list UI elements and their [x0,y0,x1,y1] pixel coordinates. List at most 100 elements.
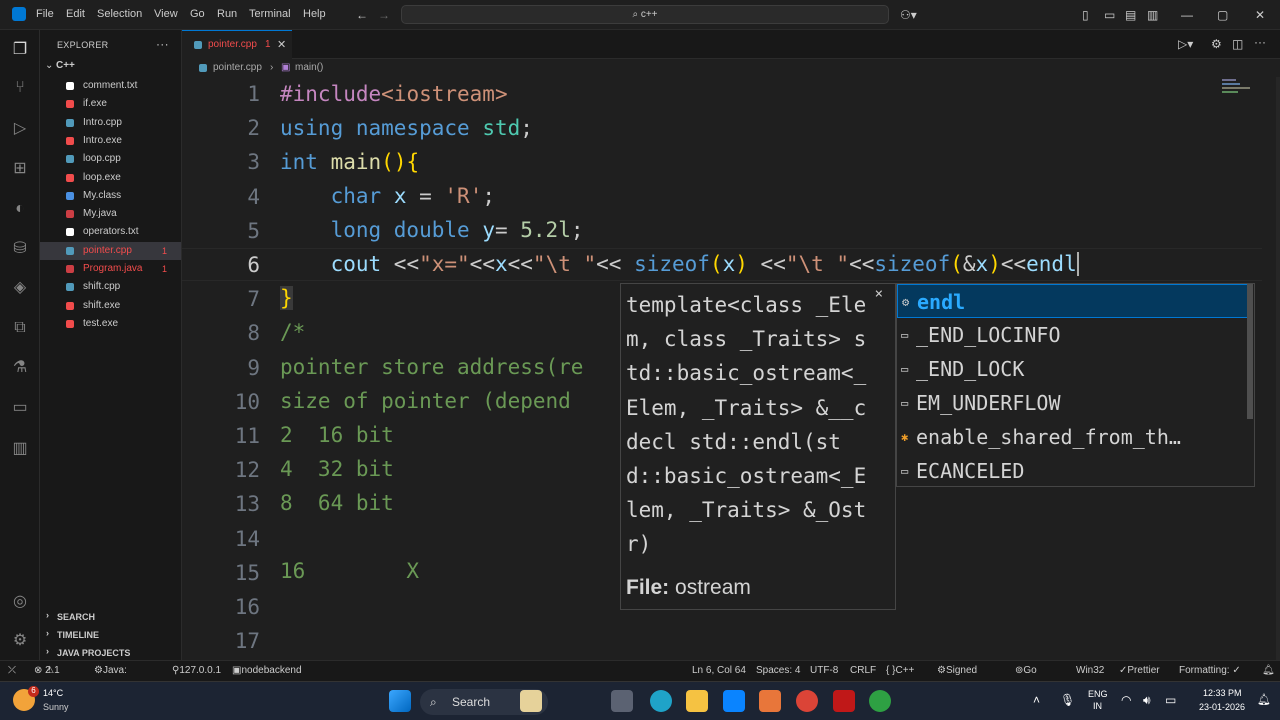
chrome-icon[interactable] [796,690,818,712]
layout-panel-icon[interactable]: ▭ [1104,8,1115,22]
back-arrow-icon[interactable]: ← [356,8,368,22]
encoding[interactable]: UTF-8 [810,661,838,681]
file-item[interactable]: My.java [40,205,181,223]
file-item[interactable]: operators.txt [40,223,181,241]
language-2[interactable]: IN [1093,701,1102,711]
cursor-position[interactable]: Ln 6, Col 64 [692,661,746,681]
file-item[interactable]: if.exe [40,95,181,113]
suggestion-item[interactable]: ▭ ECANCELED [897,454,1249,488]
mcafee-icon[interactable] [833,690,855,712]
go-live-button[interactable]: ⊚ Go Live [1015,661,1042,696]
menu-run[interactable]: Run [217,8,237,20]
line-ending[interactable]: CRLF [850,661,876,681]
file-item[interactable]: shift.cpp [40,278,181,296]
close-tab-icon[interactable]: ✕ [277,31,286,59]
chevron-up-icon[interactable]: ˄ [1033,693,1040,707]
minimize-icon[interactable]: — [1181,8,1193,22]
suggestion-item[interactable]: ▭ _END_LOCK [897,352,1249,386]
menu-file[interactable]: File [36,8,54,20]
vscode-icon[interactable] [723,690,745,712]
problems-indicator[interactable]: ⊗ 2 ⚠ 1 [34,661,60,681]
suggestion-item[interactable]: ▭ _END_LOCINFO [897,318,1249,352]
edge-browser-icon[interactable] [650,690,672,712]
menu-go[interactable]: Go [190,8,205,20]
file-item[interactable]: loop.exe [40,169,181,187]
explorer-icon[interactable]: ❐ [10,40,30,60]
language-1[interactable]: ENG [1088,689,1108,699]
suggestion-item[interactable]: ▭ EM_UNDERFLOW [897,386,1249,420]
app-icon[interactable] [869,690,891,712]
file-item[interactable]: Program.java 1 [40,260,181,278]
more-actions-icon[interactable]: ··· [1254,35,1266,49]
clock-date[interactable]: 23-01-2026 [1199,702,1245,712]
split-editor-icon[interactable]: ◫ [1232,37,1243,51]
close-window-icon[interactable]: ✕ [1255,8,1265,22]
menu-help[interactable]: Help [303,8,326,20]
suggest-scrollbar[interactable] [1247,284,1253,419]
language-mode[interactable]: { } C++ [886,661,914,681]
app-icon[interactable] [759,690,781,712]
section-java-projects[interactable]: › JAVA PROJECTS [40,646,181,660]
command-center-search[interactable]: ⌕ c++ [401,5,889,24]
suggestion-item[interactable]: ⚙ endl [897,284,1249,318]
sql-icon[interactable]: ⧉ [10,318,30,338]
remote-icon[interactable]: ◐ [10,199,30,219]
menu-selection[interactable]: Selection [97,8,142,20]
platform[interactable]: Win32 [1076,661,1104,681]
file-item[interactable]: comment.txt [40,77,181,95]
remote-icon[interactable]: ⤫ [8,661,16,681]
formatting-status[interactable]: Formatting: ✓ [1179,661,1241,681]
settings-gear-icon[interactable]: ⚙ [1211,37,1222,51]
clock-time[interactable]: 12:33 PM [1203,688,1242,698]
java-status[interactable]: ⚙ Java: Ready [94,661,132,696]
host-status[interactable]: ⚲ 127.0.0.1 [172,661,221,681]
menu-terminal[interactable]: Terminal [249,8,291,20]
section-timeline[interactable]: › TIMELINE [40,628,181,643]
run-debug-icon[interactable]: ▷ [10,119,30,139]
microphone-icon[interactable]: 🎙︎ [1060,693,1075,707]
search-highlight-icon[interactable] [520,690,542,712]
layout-custom-icon[interactable]: ▥ [1147,8,1158,22]
database-icon[interactable]: ⛁ [10,239,30,259]
menu-view[interactable]: View [154,8,178,20]
file-item[interactable]: Intro.cpp [40,114,181,132]
file-item[interactable]: test.exe [40,315,181,333]
vertical-scrollbar[interactable] [1276,77,1280,660]
file-item[interactable]: Intro.exe [40,132,181,150]
layout-sidebar-icon[interactable]: ▯ [1082,8,1089,22]
section-search[interactable]: › SEARCH [40,610,181,625]
file-explorer-icon[interactable] [686,690,708,712]
file-item[interactable]: My.class [40,187,181,205]
menu-edit[interactable]: Edit [66,8,85,20]
volume-icon[interactable]: 🔊︎ [1143,693,1151,708]
book-icon[interactable]: ▥ [10,439,30,459]
test-icon[interactable]: ⚗ [10,358,30,378]
folder-icon[interactable]: ▭ [10,398,30,418]
copilot-icon[interactable]: ⚇▾ [900,8,917,22]
settings-gear-icon[interactable]: ⚙ [10,631,30,651]
tab-pointer-cpp[interactable]: pointer.cpp 1 ✕ [182,30,292,59]
explorer-more-icon[interactable]: ··· [156,37,169,51]
minimap[interactable] [1222,77,1262,107]
notification-bell-icon[interactable]: 🔔︎ [1257,693,1271,706]
account-icon[interactable]: ◎ [10,592,30,612]
file-item[interactable]: pointer.cpp 1 [40,241,181,260]
prettier-button[interactable]: ✓ Prettier [1119,661,1160,681]
account-status[interactable]: ⚙ Signed out [937,661,977,696]
folder-row[interactable]: ⌄ C++ [40,58,181,76]
file-item[interactable]: loop.cpp [40,150,181,168]
indentation[interactable]: Spaces: 4 [756,661,800,681]
start-windows-icon[interactable] [389,690,411,712]
breadcrumb-file[interactable]: pointer.cpp [213,59,262,77]
layers-icon[interactable]: ◈ [10,278,30,298]
layout-bottom-icon[interactable]: ▤ [1125,8,1136,22]
run-icon[interactable]: ▷▾ [1178,37,1193,51]
notifications-icon[interactable]: 🔔︎ [1262,661,1275,681]
battery-icon[interactable]: ▭ [1165,693,1176,707]
close-icon[interactable]: × [875,286,883,302]
file-item[interactable]: shift.exe [40,297,181,315]
forward-arrow-icon[interactable]: → [378,8,390,22]
task-view-icon[interactable] [611,690,633,712]
wifi-icon[interactable]: ◠ [1121,693,1131,707]
suggestion-item[interactable]: ✱ enable_shared_from_th… [897,420,1249,454]
